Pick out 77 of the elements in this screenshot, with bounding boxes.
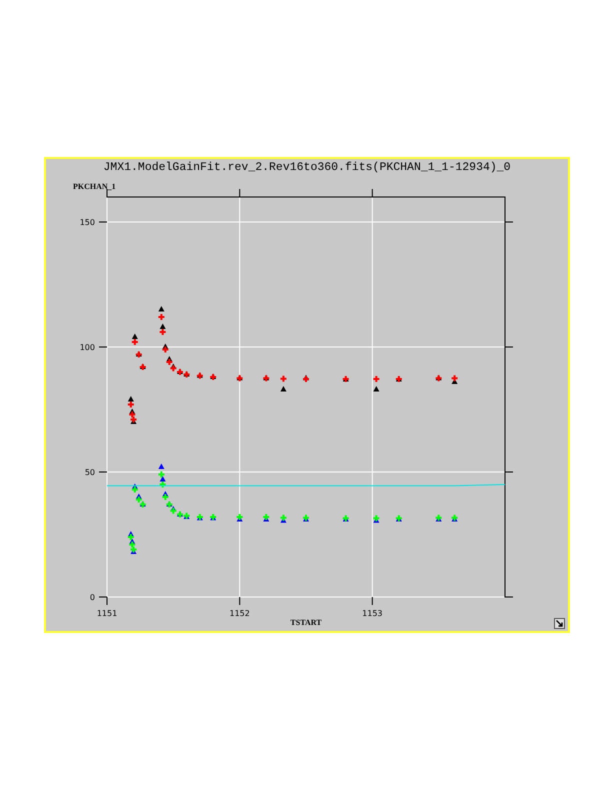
fit-point bbox=[236, 513, 244, 521]
data-point bbox=[162, 344, 168, 349]
fit-point bbox=[134, 350, 143, 358]
data-point bbox=[129, 408, 136, 414]
data-point bbox=[280, 517, 286, 523]
fit-point bbox=[262, 513, 270, 521]
fit-point bbox=[196, 372, 204, 380]
data-point bbox=[436, 374, 442, 380]
fit-point bbox=[236, 374, 244, 382]
data-point bbox=[303, 374, 309, 380]
fit-point bbox=[342, 514, 350, 522]
fit-point bbox=[158, 328, 167, 336]
data-point bbox=[136, 494, 142, 499]
data-point bbox=[158, 464, 164, 469]
data-point bbox=[373, 517, 380, 523]
data-point bbox=[452, 378, 458, 384]
tick-label: 1151 bbox=[96, 609, 118, 618]
fit-point bbox=[434, 374, 443, 382]
fit-point bbox=[450, 514, 459, 522]
fit-point bbox=[372, 375, 380, 383]
data-point bbox=[210, 374, 216, 379]
data-point bbox=[263, 374, 270, 380]
data-point bbox=[236, 374, 243, 380]
tick-label: 1153 bbox=[362, 609, 383, 618]
fit-point bbox=[182, 512, 191, 520]
data-point bbox=[452, 516, 458, 522]
axis-title: PKCHAN_1 bbox=[73, 182, 116, 191]
fit-point bbox=[262, 374, 270, 382]
data-point bbox=[160, 476, 166, 482]
fit-point bbox=[130, 486, 139, 494]
fit-point bbox=[169, 364, 178, 372]
data-point bbox=[132, 334, 138, 339]
fit-point bbox=[209, 373, 218, 381]
data-point bbox=[303, 516, 309, 522]
tick-label: 0 bbox=[90, 593, 95, 602]
data-point bbox=[162, 491, 168, 496]
fit-point bbox=[279, 374, 288, 383]
tick-label: 100 bbox=[80, 343, 95, 352]
data-point bbox=[129, 538, 136, 544]
data-point bbox=[158, 306, 164, 312]
fit-point bbox=[126, 400, 135, 408]
fit-point bbox=[394, 514, 403, 522]
fit-point bbox=[157, 470, 166, 478]
data-point bbox=[136, 351, 142, 356]
window-title: JMX1.ModelGainFit.rev_2.Rev16to360.fits(PKCHAN_1_1-12934)_0 bbox=[102, 160, 512, 176]
axis-title: TSTART bbox=[290, 618, 322, 627]
fit-point bbox=[169, 506, 178, 515]
fit-point bbox=[302, 375, 310, 383]
data-point bbox=[132, 484, 138, 489]
tick-label: 50 bbox=[84, 468, 95, 477]
fit-point bbox=[161, 346, 170, 354]
fit-point bbox=[372, 514, 380, 522]
resize-icon[interactable] bbox=[554, 618, 565, 629]
data-point bbox=[166, 356, 172, 362]
fit-point bbox=[158, 480, 167, 488]
fit-point bbox=[157, 313, 166, 321]
data-point bbox=[160, 324, 166, 329]
data-point bbox=[196, 372, 203, 378]
data-point bbox=[236, 516, 243, 522]
tick-label: 150 bbox=[80, 218, 95, 227]
data-point bbox=[373, 386, 380, 392]
data-point bbox=[436, 516, 442, 522]
data-point bbox=[128, 396, 134, 402]
fit-point bbox=[450, 374, 459, 382]
data-point bbox=[263, 516, 270, 522]
data-point bbox=[140, 364, 146, 369]
data-point bbox=[130, 418, 137, 424]
data-point bbox=[280, 386, 286, 392]
fit-point bbox=[302, 514, 310, 522]
data-point bbox=[130, 548, 137, 554]
fit-point bbox=[130, 338, 139, 346]
fit-point bbox=[434, 514, 443, 522]
fit-point bbox=[279, 514, 288, 522]
tick-label: 1152 bbox=[229, 609, 250, 618]
data-point bbox=[140, 501, 146, 506]
fit-point bbox=[138, 363, 147, 371]
data-point bbox=[128, 531, 134, 536]
